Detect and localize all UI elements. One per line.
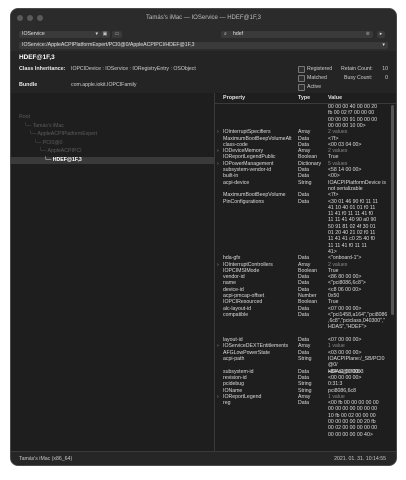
status-bar: Tamás's iMac (x86_64) 2021. 01. 31. 10:1… <box>11 451 396 465</box>
header-property[interactable]: Property <box>223 95 245 101</box>
tree-connector-icon: └─ <box>44 156 53 163</box>
active-checkbox[interactable] <box>298 84 305 91</box>
title-bar: Tamás's iMac — IOService — HDEF@1F,3 <box>11 9 396 29</box>
property-value: <30 01 46 90 f0 11 11 41 10 40 01 01 f0 … <box>328 198 378 255</box>
bundle-value: com.apple.iokit.IOPCIFamily <box>71 82 137 88</box>
active-label: Active <box>307 84 322 90</box>
property-name: compatible <box>223 311 249 318</box>
property-type: Data <box>298 311 309 318</box>
registered-checkbox[interactable] <box>298 66 305 73</box>
path-value: IOService:/AppleACPIPlatformExpert/PCI0@… <box>22 42 195 48</box>
clear-search-icon[interactable]: ⊗ <box>366 31 370 38</box>
tree-row[interactable]: └─ AppleACPIPCI <box>11 148 214 155</box>
property-value: <00 fb 00 00 00 00 00 00 00 00 00 00 00 … <box>328 400 379 438</box>
retain-count-value: 10 <box>382 66 388 72</box>
app-window: Tamás's iMac — IOService — HDEF@1F,3 IOS… <box>10 8 397 466</box>
tree-row-label: PCI0@0 <box>42 139 63 146</box>
tree-row[interactable]: └─ AppleACPIPlatformExpert <box>11 131 214 138</box>
registry-tree[interactable]: Root └─ Tamás's iMac └─ AppleACPIPlatformE… <box>11 93 215 452</box>
class-inheritance-value: IOPCIDevice : IOService : IORegistryEntr… <box>71 66 196 72</box>
tree-row[interactable]: Root <box>11 114 214 121</box>
entry-name: HDEF@1F,3 <box>19 54 55 61</box>
plane-select[interactable]: IOService ▾ <box>19 31 100 38</box>
forward-button[interactable]: ▸ <box>377 31 385 38</box>
chevron-down-icon: ▾ <box>95 31 98 37</box>
class-inheritance-label: Class Inheritance: <box>19 66 66 72</box>
matched-label: Matched <box>307 75 327 81</box>
property-row[interactable]: acpi-path String IOACPIPlane:/_SB/PCI0@0/ … <box>215 356 388 375</box>
property-type: String <box>298 356 312 362</box>
status-timestamp: 2021. 01. 31. 10:14:55 <box>334 456 386 462</box>
property-row[interactable]: PinConfigurations Data <30 01 46 90 f0 11 … <box>215 199 388 256</box>
tree-row[interactable]: └─ HDEF@1F,3 <box>11 156 214 164</box>
tree-row-label: Root <box>19 114 30 120</box>
property-name: PinConfigurations <box>223 198 264 205</box>
property-row[interactable]: reg Data <00 fb 00 00 00 00 00 00 00 00 00… <box>215 400 388 438</box>
registered-label: Registered <box>307 66 333 72</box>
play-icon: ▸ <box>379 31 383 37</box>
tree-row-label: AppleACPIPlatformExpert <box>37 131 98 137</box>
properties-table: Property Type Value 00 00 00 40 00 00 20… <box>215 93 396 452</box>
property-type: Data <box>298 198 309 205</box>
tree-connector-icon: └─ <box>34 139 43 146</box>
busy-count-label: Busy Count: <box>344 75 373 81</box>
property-row[interactable]: compatible Data <"pci1458,a164","pci8086 ,… <box>215 312 388 337</box>
busy-count-value: 0 <box>385 75 388 81</box>
window-title: Tamás's iMac — IOService — HDEF@1F,3 <box>146 15 261 21</box>
search-icon: ⌕ <box>224 31 227 37</box>
property-type: String <box>298 179 312 186</box>
property-name: reg <box>223 400 231 407</box>
plane-select-value: IOService <box>22 31 45 37</box>
properties-scrollbar[interactable] <box>391 105 394 315</box>
retain-count-label: Retain Count: <box>341 66 373 72</box>
property-value: IOACPIPlatformDevice is not serializable <box>328 179 386 192</box>
matched-checkbox[interactable] <box>298 75 305 82</box>
bundle-label: Bundle <box>19 82 38 88</box>
property-row[interactable]: 00 00 00 40 00 00 20 fb 00 02 f7 00 00 0… <box>215 104 388 129</box>
tree-connector-icon: └─ <box>24 122 33 129</box>
property-name: acpi-path <box>223 356 245 362</box>
header-type[interactable]: Type <box>298 95 310 101</box>
inspector-button[interactable]: ▭ <box>112 31 122 38</box>
toolbar: IOService ▾ ▣ ▭ ⌕ hdef ⊗ ▸ IOService:/Ap… <box>11 29 396 51</box>
entry-info-panel: HDEF@1F,3 Class Inheritance: IOPCIDevice… <box>11 51 396 94</box>
tree-row[interactable]: └─ PCI0@0 <box>11 140 214 147</box>
tree-connector-icon <box>11 114 19 120</box>
properties-header: Property Type Value <box>215 93 396 104</box>
property-name: acpi-device <box>223 179 250 186</box>
tree-row[interactable]: └─ Tamás's iMac <box>11 123 214 130</box>
search-field[interactable]: ⌕ hdef ⊗ <box>221 31 373 38</box>
tree-row-label: AppleACPIPCI <box>47 148 82 154</box>
property-type: Data <box>298 400 309 407</box>
panel-icon: ▭ <box>114 31 120 37</box>
toggle-view-button[interactable]: ▣ <box>100 31 110 38</box>
path-bar[interactable]: IOService:/AppleACPIPlatformExpert/PCI0@… <box>19 42 388 49</box>
property-value: 00 00 00 40 00 00 20 fb 00 02 f7 00 00 0… <box>328 104 378 129</box>
property-value: <"pci1458,a164","pci8086 ,6c8","pciclass… <box>328 311 388 331</box>
tree-connector-icon: └─ <box>29 131 38 137</box>
search-input-value[interactable]: hdef <box>233 31 243 38</box>
tree-connector-icon: └─ <box>39 148 48 154</box>
header-value[interactable]: Value <box>328 95 342 101</box>
tree-row-label: Tamás's iMac <box>32 122 64 129</box>
status-machine: Tamás's iMac (x86_64) <box>19 456 73 462</box>
tree-row-label: HDEF@1F,3 <box>52 156 82 163</box>
property-row[interactable]: acpi-device String IOACPIPlatformDevice is… <box>215 180 388 193</box>
square-icon: ▣ <box>102 31 108 37</box>
chevron-down-icon: ▾ <box>382 42 385 48</box>
